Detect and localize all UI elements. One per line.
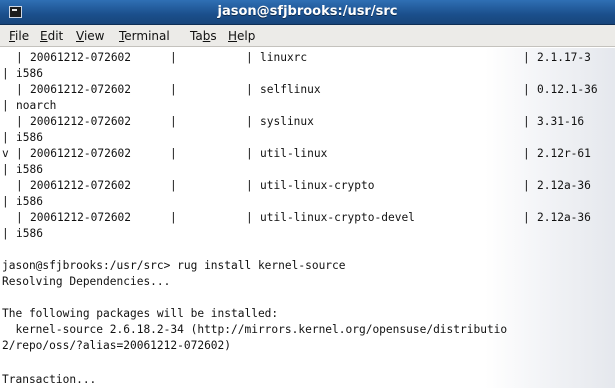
column-separator: | (170, 51, 177, 64)
menu-tabs-label: s (210, 29, 217, 43)
version-cell: 2.12a-36 (537, 211, 591, 224)
repository-cell: 20061212-072602 (30, 147, 132, 160)
column-separator: | (16, 179, 23, 192)
shell-prompt-line: jason@sfjbrooks:/usr/src> rug install ke… (2, 259, 346, 272)
package-name-cell: util-linux-crypto-devel (260, 211, 415, 224)
column-separator: | (246, 179, 253, 192)
table-row-continuation: | i586 (0, 162, 615, 178)
package-name-cell: util-linux-crypto (260, 179, 375, 192)
package-detail-line: kernel-source 2.6.18.2-34 (http://mirror… (2, 323, 508, 336)
column-separator: | (16, 115, 23, 128)
column-separator: | (170, 147, 177, 160)
menu-view-mnemonic: V (76, 29, 84, 43)
packages-heading-line: The following packages will be installed… (2, 307, 279, 320)
arch-cell: noarch (16, 99, 57, 112)
table-row: | 20061212-072602 | | selflinux | 0.12.1… (0, 82, 615, 98)
version-cell: 2.12a-36 (537, 179, 591, 192)
menu-tabs[interactable]: Tabs (190, 29, 217, 43)
transaction-line: Transaction... (2, 373, 97, 386)
column-separator: | (246, 115, 253, 128)
column-separator: | (2, 227, 9, 240)
table-row: | 20061212-072602 | | util-linux-crypto … (0, 178, 615, 194)
column-separator: | (170, 179, 177, 192)
repository-cell: 20061212-072602 (30, 115, 132, 128)
menu-bar: File Edit View Terminal Tabs Help (0, 25, 615, 47)
menu-view-label: iew (83, 29, 105, 43)
menu-terminal[interactable]: Terminal (119, 29, 170, 43)
column-separator: | (170, 115, 177, 128)
repository-cell: 20061212-072602 (30, 179, 132, 192)
column-separator: | (246, 211, 253, 224)
column-separator: | (246, 147, 253, 160)
table-row: v | 20061212-072602 | | util-linux | 2.1… (0, 146, 615, 162)
arch-cell: i586 (16, 227, 43, 240)
menu-edit-mnemonic: E (40, 29, 48, 43)
column-separator: | (170, 211, 177, 224)
table-row-continuation: | i586 (0, 66, 615, 82)
table-row-continuation: | i586 (0, 226, 615, 242)
menu-edit[interactable]: Edit (40, 29, 63, 43)
menu-view[interactable]: View (76, 29, 104, 43)
menu-help-label: elp (237, 29, 256, 43)
menu-terminal-label: erminal (124, 29, 170, 43)
table-row: | 20061212-072602 | | util-linux-crypto-… (0, 210, 615, 226)
column-separator: | (523, 115, 530, 128)
table-row-continuation: | i586 (0, 194, 615, 210)
column-separator: | (16, 83, 23, 96)
column-separator: | (2, 195, 9, 208)
column-separator: | (246, 51, 253, 64)
table-row: | 20061212-072602 | | syslinux | 3.31-16 (0, 114, 615, 130)
table-row-continuation: | i586 (0, 130, 615, 146)
menu-file-label: ile (15, 29, 30, 43)
column-separator: | (170, 83, 177, 96)
column-separator: | (523, 51, 530, 64)
menu-help[interactable]: Help (228, 29, 255, 43)
column-separator: | (16, 147, 23, 160)
package-detail-line-wrap: 2/repo/oss/?alias=20061212-072602) (2, 339, 232, 352)
column-separator: | (523, 211, 530, 224)
menu-help-mnemonic: H (228, 29, 238, 43)
column-separator: | (16, 211, 23, 224)
arch-cell: i586 (16, 67, 43, 80)
package-name-cell: syslinux (260, 115, 314, 128)
column-separator: | (523, 83, 530, 96)
package-name-cell: linuxrc (260, 51, 308, 64)
package-name-cell: util-linux (260, 147, 328, 160)
window-title: jason@sfjbrooks:/usr/src (217, 4, 398, 19)
column-separator: | (2, 131, 9, 144)
repository-cell: 20061212-072602 (30, 83, 132, 96)
column-separator: | (523, 147, 530, 160)
menu-tabs-label-pre: Ta (190, 29, 203, 43)
menu-file[interactable]: File (9, 29, 29, 43)
table-row-continuation: | noarch (0, 98, 615, 114)
table-row: | 20061212-072602 | | linuxrc | 2.1.17-3 (0, 50, 615, 66)
version-cell: 0.12.1-36 (537, 83, 598, 96)
column-separator: | (2, 163, 9, 176)
status-cell: v (2, 147, 9, 160)
version-cell: 2.12r-61 (537, 147, 591, 160)
arch-cell: i586 (16, 131, 43, 144)
resolving-line: Resolving Dependencies... (2, 275, 171, 288)
arch-cell: i586 (16, 195, 43, 208)
terminal-output[interactable]: | 20061212-072602 | | linuxrc | 2.1.17-3… (0, 48, 615, 388)
column-separator: | (2, 67, 9, 80)
repository-cell: 20061212-072602 (30, 211, 132, 224)
arch-cell: i586 (16, 163, 43, 176)
column-separator: | (16, 51, 23, 64)
column-separator: | (523, 179, 530, 192)
repository-cell: 20061212-072602 (30, 51, 132, 64)
menu-edit-label: dit (47, 29, 64, 43)
version-cell: 3.31-16 (537, 115, 585, 128)
column-separator: | (246, 83, 253, 96)
package-name-cell: selflinux (260, 83, 321, 96)
column-separator: | (2, 99, 9, 112)
version-cell: 2.1.17-3 (537, 51, 591, 64)
window-titlebar[interactable]: jason@sfjbrooks:/usr/src (0, 0, 615, 25)
